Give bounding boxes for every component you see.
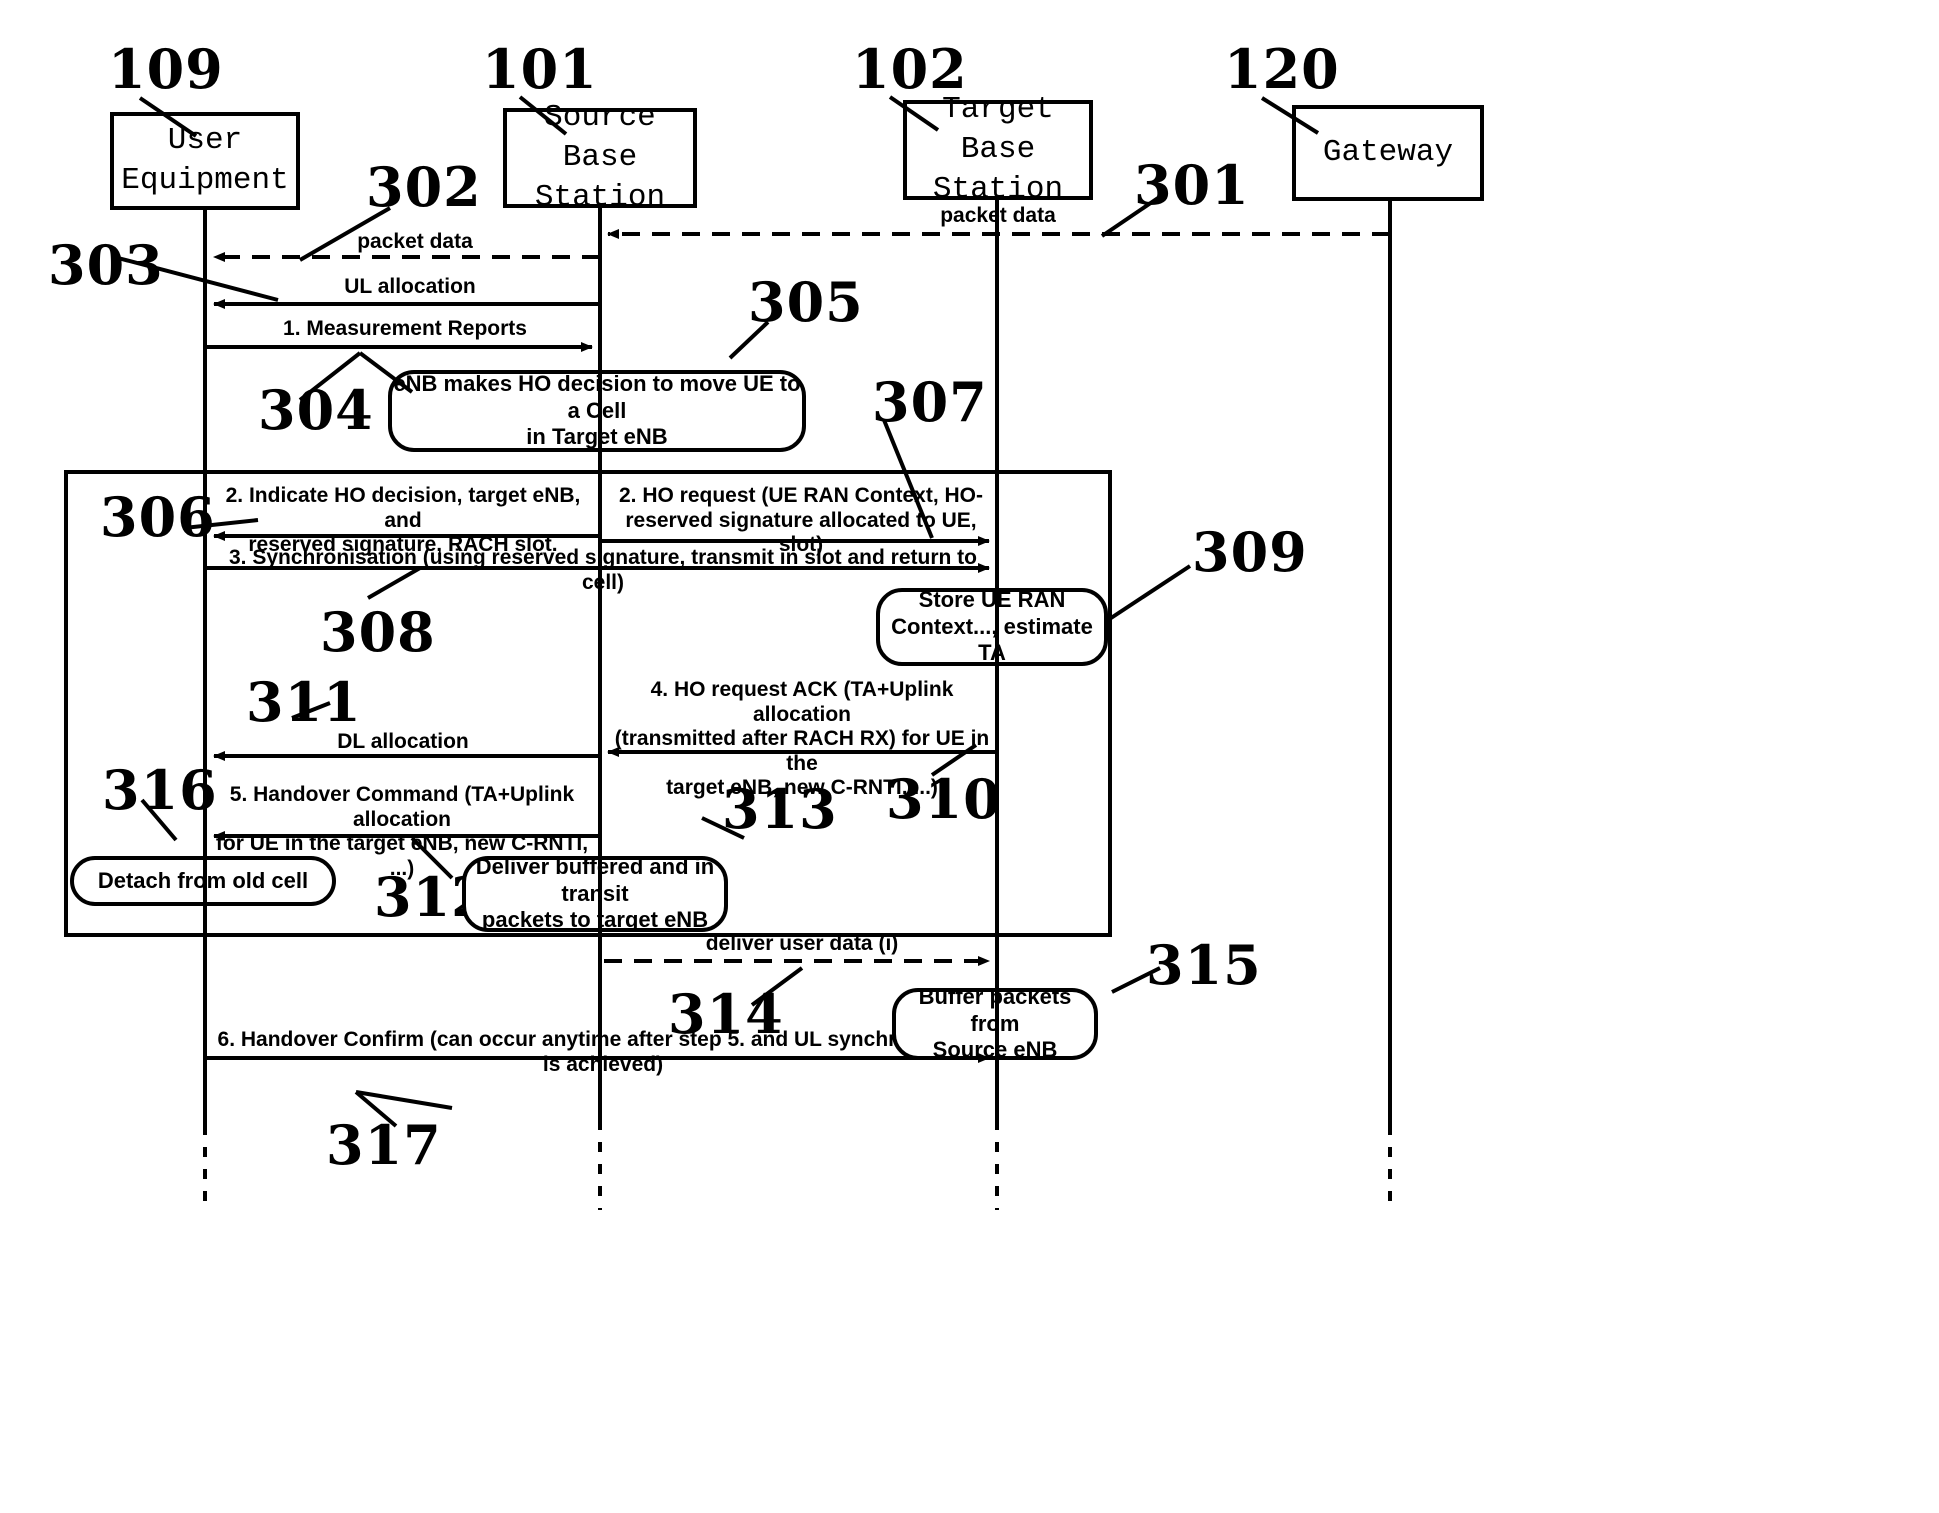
message-label-packet-data-ue: packet data (357, 230, 473, 253)
ref-numeral-317: 317 (326, 1113, 442, 1177)
entity-box-gateway: Gateway (1292, 105, 1484, 201)
note-box-buffer-packets-from-source: Buffer packets from Source eNB (892, 984, 1098, 1062)
ref-numeral-307: 307 (872, 370, 988, 434)
leader-317a (355, 1090, 453, 1110)
ref-numeral-303: 303 (48, 233, 164, 297)
leader-309 (1106, 564, 1192, 622)
ref-numeral-109: 109 (108, 37, 224, 101)
message-label-ul-allocation: UL allocation (344, 275, 476, 298)
note-box-detach-from-old-cell: Detach from old cell (70, 856, 336, 906)
entity-box-target-base-station: Target Base Station (903, 92, 1093, 207)
ref-numeral-302: 302 (366, 155, 482, 219)
message-label-packet-data-gateway: packet data (940, 204, 1056, 227)
message-label-ho-request-ack: 4. HO request ACK (TA+Uplink allocation … (614, 678, 990, 800)
note-box-deliver-buffered-packets: Deliver buffered and in transit packets … (462, 854, 728, 932)
note-box-enb-ho-decision: eNB makes HO decision to move UE to a Ce… (388, 370, 806, 452)
message-label-dl-allocation: DL allocation (337, 730, 469, 753)
ref-numeral-315: 315 (1146, 933, 1262, 997)
ref-numeral-301: 301 (1134, 153, 1250, 217)
message-label-measurement-reports: 1. Measurement Reports (283, 317, 527, 340)
ref-numeral-309: 309 (1192, 520, 1308, 584)
message-label-handover-confirm: 6. Handover Confirm (can occur anytime a… (217, 1028, 989, 1076)
note-box-store-ue-ran-context: Store UE RAN Context..., estimate TA (876, 587, 1108, 666)
entity-box-user-equipment: User Equipment (110, 112, 300, 210)
ref-numeral-102: 102 (852, 37, 968, 101)
message-label-deliver-user-data: deliver user data (i) (705, 932, 899, 955)
ref-numeral-120: 120 (1224, 37, 1340, 101)
ref-numeral-101: 101 (482, 37, 598, 101)
ref-numeral-304: 304 (258, 378, 374, 442)
ref-numeral-305: 305 (748, 270, 864, 334)
entity-box-source-base-station: Source Base Station (503, 100, 697, 215)
patent-figure-canvas: User Equipment Source Base Station Targe… (0, 0, 1939, 1513)
